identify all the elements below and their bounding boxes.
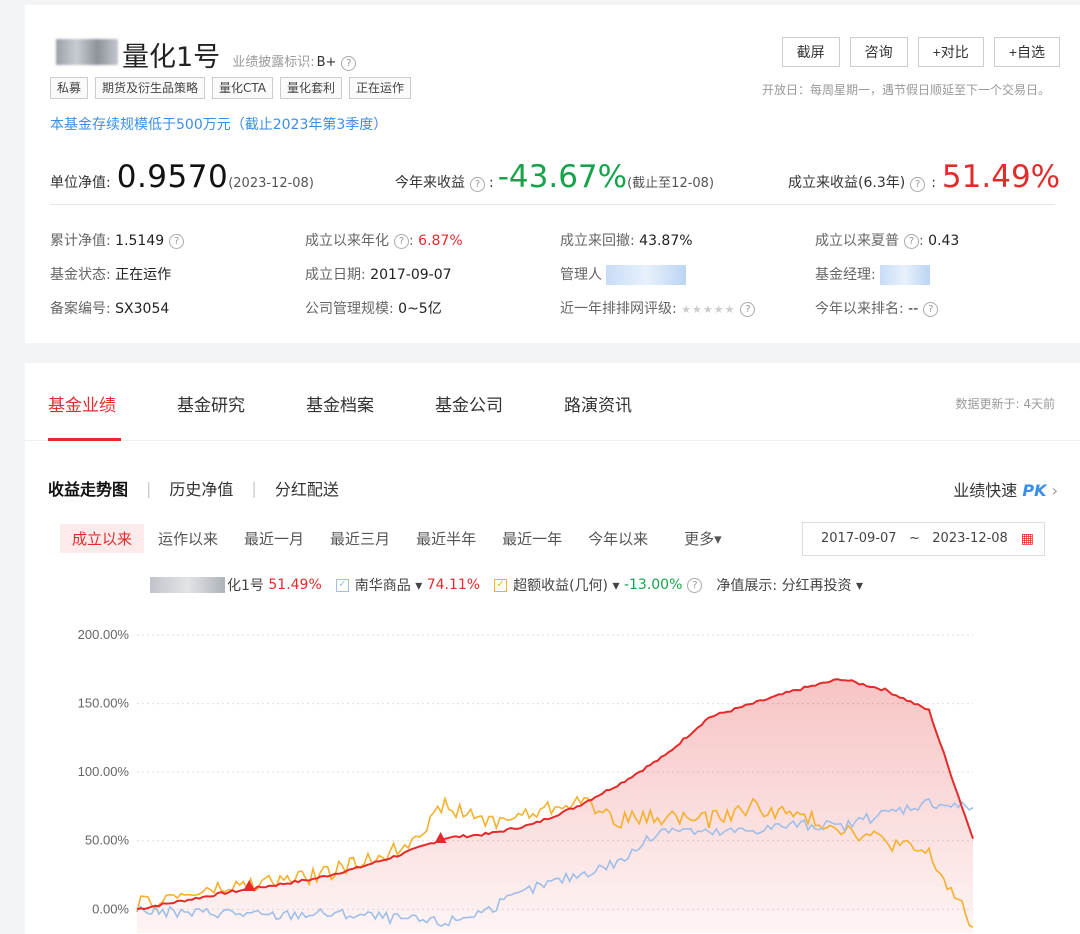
since-metric: 成立来收益(6.3年) ? : 51.49%	[788, 159, 1061, 195]
active-tab-indicator	[48, 438, 121, 441]
tab-research[interactable]: 基金研究	[177, 391, 245, 416]
help-icon[interactable]: ?	[394, 233, 409, 249]
redacted-manager[interactable]	[606, 265, 687, 285]
ytd-value: -43.67%	[497, 159, 628, 195]
checkbox-icon[interactable]: ✓	[494, 578, 508, 592]
help-icon[interactable]: ?	[904, 233, 919, 249]
size-note: 本基金存续规模低于500万元（截止2023年第3季度）	[50, 117, 388, 133]
redacted-name	[56, 39, 118, 65]
nav-display-select[interactable]: 净值展示: 分红再投资 ▾	[716, 575, 863, 595]
range-1m[interactable]: 最近一月	[232, 524, 316, 553]
tab-company[interactable]: 基金公司	[435, 391, 503, 416]
company-scale: 公司管理规模: 0~5亿	[305, 301, 442, 317]
tag[interactable]: 私募	[50, 77, 89, 99]
legend-benchmark[interactable]: ✓ 南华商品 ▾ 74.11%	[335, 575, 480, 595]
metrics-row: 单位净值: 0.9570 (2023-12-08) 今年来收益 ? : -43.…	[50, 155, 1060, 195]
update-time: 数据更新于: 4天前	[955, 397, 1056, 411]
help-icon[interactable]: ?	[341, 56, 357, 71]
nav-value: 0.9570	[116, 159, 229, 195]
open-date: 开放日：每周星期一，遇节假日顺延至下一个交易日。	[761, 83, 1050, 97]
sharpe: 成立以来夏普?: 0.43	[815, 233, 960, 249]
subtab-dividend[interactable]: 分红配送	[275, 476, 339, 500]
manager: 管理人	[560, 264, 687, 285]
subtab-history-nav[interactable]: 历史净值	[169, 476, 233, 500]
chart-legend: 化1号 51.49% ✓ 南华商品 ▾ 74.11% ✓ 超额收益(几何) ▾ …	[150, 575, 877, 595]
tag[interactable]: 期货及衍生品策略	[95, 77, 206, 99]
title-row: 量化1号 业绩披露标识: B+ ?	[50, 35, 357, 74]
ytd-rank: 今年以来排名: --?	[815, 298, 939, 318]
cum-nav: 累计净值: 1.5149?	[50, 230, 185, 250]
range-1y[interactable]: 最近一年	[490, 524, 574, 553]
annualized: 成立以来年化?: 6.87%	[305, 233, 463, 249]
divider	[50, 204, 1055, 205]
fund-area-fill	[137, 679, 973, 933]
established-date: 成立日期: 2017-09-07	[305, 267, 452, 283]
tag[interactable]: 量化套利	[280, 77, 343, 99]
fund-summary-card: 量化1号 业绩披露标识: B+ ? 私募 期货及衍生品策略 量化CTA 量化套利 …	[25, 5, 1080, 343]
tag[interactable]: 量化CTA	[212, 77, 274, 99]
compare-button[interactable]: +对比	[917, 37, 984, 67]
y-tick-label: 200.00%	[78, 627, 130, 642]
range-since-inception[interactable]: 成立以来	[60, 524, 145, 553]
redacted-fund-manager[interactable]	[880, 265, 931, 285]
subtab-return-trend[interactable]: 收益走势图	[48, 476, 128, 500]
help-icon[interactable]: ?	[169, 233, 185, 249]
quick-pk-link[interactable]: 业绩快速 PK ›	[953, 477, 1058, 501]
info-grid: 累计净值: 1.5149? 成立以来年化?: 6.87% 成立来回撤: 43.8…	[50, 230, 1060, 332]
calendar-icon[interactable]: ▦	[1021, 523, 1034, 555]
fund-tags: 私募 期货及衍生品策略 量化CTA 量化套利 正在运作	[50, 77, 412, 99]
tab-performance[interactable]: 基金业绩	[48, 391, 116, 416]
date-range-picker[interactable]: 2017-09-07 ~ 2023-12-08 ▦	[802, 522, 1045, 556]
help-icon[interactable]: ?	[687, 577, 703, 593]
range-selector: 成立以来 运作以来 最近一月 最近三月 最近半年 最近一年 今年以来 更多▾	[60, 524, 736, 553]
consult-button[interactable]: 咨询	[849, 37, 908, 67]
y-tick-label: 100.00%	[78, 764, 130, 779]
help-icon[interactable]: ?	[910, 177, 926, 192]
y-tick-label: 50.00%	[85, 833, 130, 848]
nav-metric: 单位净值: 0.9570 (2023-12-08)	[50, 159, 314, 195]
range-6m[interactable]: 最近半年	[404, 524, 488, 553]
disclosure-label: 业绩披露标识: B+	[232, 55, 337, 70]
star-rating-icon: ★★★★★	[681, 303, 736, 316]
chart-subtabs: 收益走势图 | 历史净值 | 分红配送	[48, 476, 339, 500]
since-label: 成立来收益(6.3年)	[788, 175, 906, 191]
redacted-fund-name	[150, 577, 225, 593]
performance-card: 基金业绩 基金研究 基金档案 基金公司 路演资讯 数据更新于: 4天前 收益走势…	[25, 363, 1080, 934]
main-tabs: 基金业绩 基金研究 基金档案 基金公司 路演资讯 数据更新于: 4天前	[25, 363, 1080, 441]
range-ytd[interactable]: 今年以来	[576, 524, 660, 553]
return-trend-chart: 200.00% 150.00% 100.00% 50.00% 0.00%	[78, 627, 974, 933]
ytd-label: 今年来收益	[395, 175, 465, 191]
range-since-operation[interactable]: 运作以来	[146, 524, 230, 553]
max-drawdown: 成立来回撤: 43.87%	[560, 233, 693, 249]
action-buttons: 截屏 咨询 +对比 +自选	[781, 37, 1060, 67]
fund-status: 基金状态: 正在运作	[50, 267, 172, 283]
tag[interactable]: 正在运作	[349, 77, 412, 99]
rating: 近一年排排网评级: ★★★★★?	[560, 298, 756, 318]
watchlist-button[interactable]: +自选	[993, 37, 1060, 67]
nav-label: 单位净值:	[50, 175, 111, 191]
tab-profile[interactable]: 基金档案	[306, 391, 374, 416]
tab-roadshow[interactable]: 路演资讯	[564, 391, 632, 416]
y-tick-label: 150.00%	[78, 696, 130, 711]
fund-name: 量化1号	[50, 35, 220, 74]
dividend-marker-icon	[434, 831, 447, 843]
since-value: 51.49%	[941, 159, 1061, 195]
registration-no: 备案编号: SX3054	[50, 301, 170, 317]
fund-manager: 基金经理:	[815, 264, 931, 285]
y-tick-label: 0.00%	[92, 901, 129, 916]
range-more-dropdown[interactable]: 更多▾	[672, 524, 734, 553]
ytd-metric: 今年来收益 ? : -43.67% (截止至12-08)	[395, 159, 715, 195]
help-icon[interactable]: ?	[470, 177, 485, 192]
legend-fund[interactable]: 化1号 51.49%	[150, 575, 322, 595]
nav-date: (2023-12-08)	[228, 176, 314, 191]
ytd-note: (截止至12-08)	[627, 176, 715, 191]
checkbox-icon[interactable]: ✓	[335, 578, 349, 592]
help-icon[interactable]: ?	[740, 301, 756, 317]
screenshot-button[interactable]: 截屏	[781, 37, 840, 67]
range-3m[interactable]: 最近三月	[318, 524, 402, 553]
legend-excess[interactable]: ✓ 超额收益(几何) ▾ -13.00% ?	[494, 575, 703, 595]
help-icon[interactable]: ?	[923, 301, 939, 317]
